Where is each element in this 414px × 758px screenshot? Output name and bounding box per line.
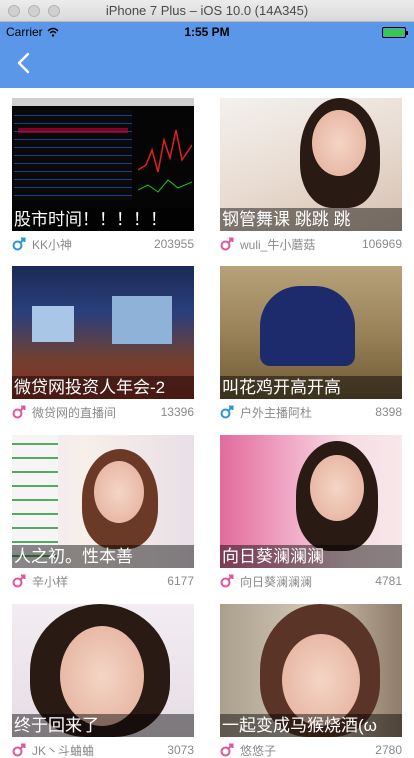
simulator-title: iPhone 7 Plus – iOS 10.0 (14A345)	[105, 3, 309, 18]
stream-card[interactable]: 钢管舞课 跳跳 跳 wuli_牛小蘑菇 106969	[220, 98, 402, 258]
chevron-left-icon[interactable]	[15, 52, 33, 74]
stream-meta: wuli_牛小蘑菇 106969	[220, 234, 402, 254]
minimize-window-button[interactable]	[28, 5, 40, 17]
stream-thumbnail: 股市时间！！！！！	[12, 98, 194, 231]
stream-card[interactable]: 人之初。性本善 辛小样 6177	[12, 435, 194, 595]
stream-title: 股市时间！！！！！	[12, 208, 194, 231]
status-time: 1:55 PM	[184, 25, 230, 39]
stream-title: 向日葵澜澜澜	[220, 545, 402, 568]
male-icon	[12, 237, 26, 251]
stream-title: 终于回来了	[12, 714, 194, 737]
male-icon	[220, 743, 234, 757]
status-bar: Carrier 1:55 PM	[0, 22, 414, 42]
stream-card[interactable]: 股市时间！！！！！ KK小神 203955	[12, 98, 194, 258]
view-count: 6177	[167, 574, 194, 588]
stream-meta: 户外主播阿杜 8398	[220, 402, 402, 422]
close-window-button[interactable]	[8, 5, 20, 17]
stream-thumbnail: 叫花鸡开高开高	[220, 266, 402, 399]
anchor-name: 辛小样	[32, 574, 69, 589]
view-count: 13396	[160, 405, 194, 419]
male-icon	[12, 574, 26, 588]
stream-title: 钢管舞课 跳跳 跳	[220, 208, 402, 231]
view-count: 203955	[153, 237, 194, 251]
stream-title: 叫花鸡开高开高	[220, 376, 402, 399]
stream-meta: 向日葵澜澜澜 4781	[220, 571, 402, 591]
stream-meta: 微贷网的直播间 13396	[12, 402, 194, 422]
zoom-window-button[interactable]	[48, 5, 60, 17]
view-count: 8398	[375, 405, 402, 419]
battery-icon	[382, 27, 408, 38]
anchor-name: 微贷网的直播间	[32, 405, 117, 420]
anchor-name: 户外主播阿杜	[240, 405, 313, 420]
male-icon	[220, 237, 234, 251]
stream-thumbnail: 一起变成马猴烧酒(ω	[220, 604, 402, 737]
stream-card[interactable]: 一起变成马猴烧酒(ω 悠悠子 2780	[220, 604, 402, 758]
anchor-name: 悠悠子	[240, 743, 277, 758]
view-count: 3073	[167, 743, 194, 757]
anchor-name: KK小神	[32, 237, 73, 252]
male-icon	[12, 743, 26, 757]
stream-meta: JK丶斗蛐蛐 3073	[12, 740, 194, 758]
anchor-name: wuli_牛小蘑菇	[240, 237, 316, 252]
view-count: 106969	[361, 237, 402, 251]
stream-title: 微贷网投资人年会-2	[12, 376, 194, 399]
view-count: 4781	[375, 574, 402, 588]
anchor-name: 向日葵澜澜澜	[240, 574, 313, 589]
stream-card[interactable]: 微贷网投资人年会-2 微贷网的直播间 13396	[12, 266, 194, 426]
view-count: 2780	[375, 743, 402, 757]
stream-card[interactable]: 叫花鸡开高开高 户外主播阿杜 8398	[220, 266, 402, 426]
stream-meta: KK小神 203955	[12, 234, 194, 254]
male-icon	[12, 405, 26, 419]
stream-title: 人之初。性本善	[12, 545, 194, 568]
stream-thumbnail: 人之初。性本善	[12, 435, 194, 568]
stream-card[interactable]: 终于回来了 JK丶斗蛐蛐 3073	[12, 604, 194, 758]
stream-thumbnail: 钢管舞课 跳跳 跳	[220, 98, 402, 231]
stream-thumbnail: 向日葵澜澜澜	[220, 435, 402, 568]
stream-meta: 辛小样 6177	[12, 571, 194, 591]
simulator-title-bar: iPhone 7 Plus – iOS 10.0 (14A345)	[0, 0, 414, 22]
stream-thumbnail: 微贷网投资人年会-2	[12, 266, 194, 399]
stream-title: 一起变成马猴烧酒(ω	[220, 714, 402, 737]
navigation-bar: Carrier 1:55 PM	[0, 22, 414, 88]
anchor-name: JK丶斗蛐蛐	[32, 743, 95, 758]
stream-card[interactable]: 向日葵澜澜澜 向日葵澜澜澜 4781	[220, 435, 402, 595]
stream-thumbnail: 终于回来了	[12, 604, 194, 737]
male-icon	[220, 405, 234, 419]
male-icon	[220, 574, 234, 588]
stream-meta: 悠悠子 2780	[220, 740, 402, 758]
